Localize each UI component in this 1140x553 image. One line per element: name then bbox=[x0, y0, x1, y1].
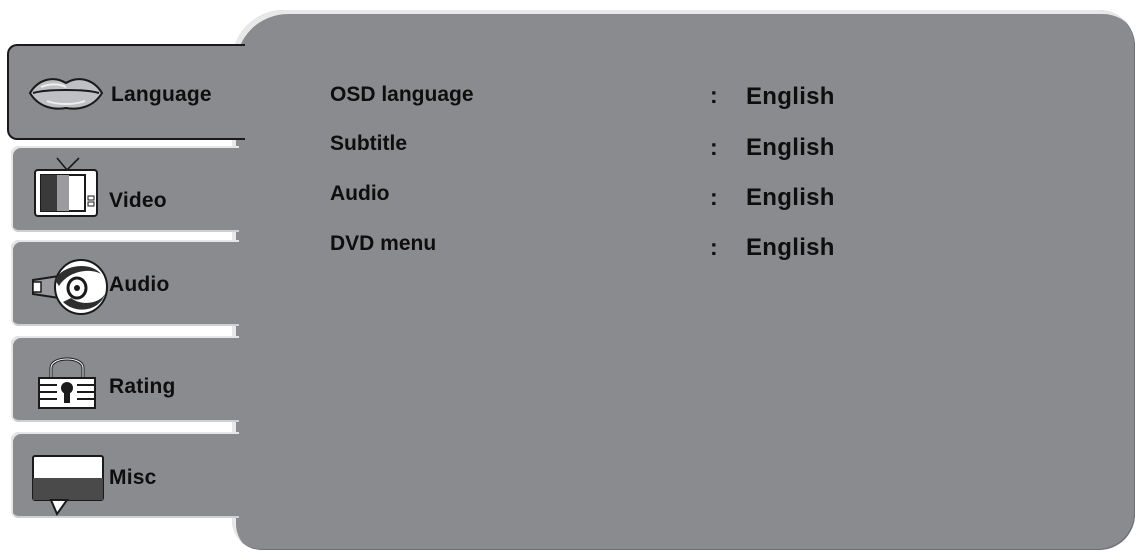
setting-row-dvd-menu[interactable]: DVD menu : English bbox=[330, 232, 930, 273]
tab-label-audio: Audio bbox=[109, 273, 170, 296]
setting-value[interactable]: English bbox=[746, 184, 835, 212]
setting-label: Subtitle bbox=[330, 132, 407, 155]
tab-video[interactable]: Video bbox=[11, 146, 239, 232]
lips-icon bbox=[27, 74, 105, 117]
setting-row-audio[interactable]: Audio : English bbox=[330, 182, 930, 223]
speech-bubble-icon bbox=[31, 454, 107, 521]
setting-separator: : bbox=[710, 234, 718, 260]
setting-label: Audio bbox=[330, 182, 390, 205]
setting-separator: : bbox=[710, 134, 718, 160]
tab-language[interactable]: Language bbox=[7, 44, 245, 140]
tab-label-rating: Rating bbox=[109, 375, 176, 398]
setting-separator: : bbox=[710, 184, 718, 210]
tab-misc[interactable]: Misc bbox=[11, 432, 239, 518]
setting-value[interactable]: English bbox=[746, 134, 835, 162]
setting-value[interactable]: English bbox=[746, 234, 835, 262]
tab-label-misc: Misc bbox=[109, 466, 157, 489]
setting-row-subtitle[interactable]: Subtitle : English bbox=[330, 132, 930, 172]
setting-value[interactable]: English bbox=[746, 83, 835, 111]
lock-icon bbox=[35, 350, 99, 417]
setting-separator: : bbox=[710, 82, 718, 108]
tv-icon bbox=[31, 156, 103, 225]
setting-row-osd-language[interactable]: OSD language : English bbox=[330, 80, 930, 120]
speaker-icon bbox=[29, 258, 117, 321]
setting-label: OSD language bbox=[330, 83, 474, 106]
tab-rating[interactable]: Rating bbox=[11, 336, 239, 422]
tab-audio[interactable]: Audio bbox=[11, 240, 239, 326]
setting-label: DVD menu bbox=[330, 232, 437, 255]
tab-label-video: Video bbox=[109, 189, 167, 212]
tab-label-language: Language bbox=[111, 83, 212, 106]
